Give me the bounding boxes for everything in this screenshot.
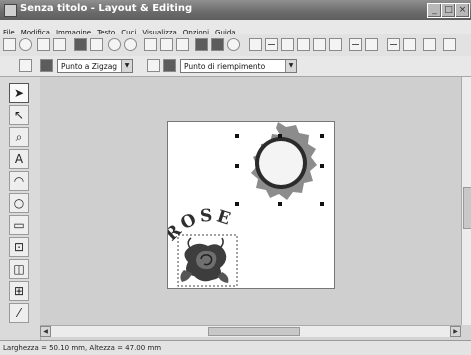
font-icon[interactable] [313,38,326,51]
window-title: Senza titolo - Layout & Editing [20,3,193,14]
chevron-down-icon[interactable]: ▼ [121,60,132,72]
status-bar: Larghezza = 50.10 mm, Altezza = 47.00 mm [0,340,471,355]
save-icon[interactable] [74,38,87,51]
status-text: Larghezza = 50.10 mm, Altezza = 47.00 mm [3,344,162,352]
redo-icon[interactable] [124,38,137,51]
hoop-icon[interactable] [349,38,362,51]
title-bar: Senza titolo - Layout & Editing _ □ × [0,0,471,20]
sewing-order-icon[interactable] [403,38,416,51]
new-icon[interactable] [3,38,16,51]
horizontal-scrollbar[interactable]: ◀ ▶ [40,325,461,337]
maximize-button[interactable]: □ [441,3,456,18]
pattern-icon[interactable] [195,38,208,51]
horizontal-scroll-thumb[interactable] [208,327,300,336]
region-sewing-icon[interactable] [147,59,160,72]
open-icon[interactable] [19,38,32,51]
text-icon[interactable]: A [9,149,29,169]
text-tool-icon[interactable] [297,38,310,51]
import-icon[interactable] [37,38,50,51]
region-color-icon[interactable] [163,59,176,72]
eyedropper-icon[interactable]: ⁄ [9,303,29,323]
align-icon[interactable] [265,38,278,51]
design-property-icon[interactable] [387,38,400,51]
mirror-icon[interactable] [249,38,262,51]
shape-icon[interactable]: ⊡ [9,237,29,257]
stitch-type-value: Punto a Zigzag [61,62,118,71]
menu-bar: File Modifica Immagine Testo Cuci Visualizza O… [0,20,471,37]
point-edit-icon[interactable]: ↖ [9,105,29,125]
copy-icon[interactable] [160,38,173,51]
rose-text-layer: ROSE [168,206,236,246]
pattern-tool-icon[interactable]: ⊞ [9,281,29,301]
fill-type-value: Punto di riempimento [184,62,266,71]
application-window: Senza titolo - Layout & Editing _ □ × Fi… [0,0,471,355]
stitch-type-select[interactable]: Punto a Zigzag ▼ [57,59,133,73]
export-icon[interactable] [53,38,66,51]
save-as-icon[interactable] [90,38,103,51]
zoom-icon[interactable]: ⌕ [9,127,29,147]
card-icon[interactable] [443,38,456,51]
sewing-attributes-bar: Punto a Zigzag ▼ Punto di riempimento ▼ [0,56,471,77]
main-toolbar [0,34,471,57]
line-color-icon[interactable] [40,59,53,72]
scroll-left-icon[interactable]: ◀ [40,326,51,337]
chevron-down-icon[interactable]: ▼ [285,60,296,72]
vertical-scroll-thumb[interactable] [463,187,471,229]
design-page[interactable]: ROSE [167,121,335,289]
design-canvas[interactable]: ROSE [40,77,461,325]
cut-icon[interactable] [144,38,157,51]
arc-icon[interactable]: ◠ [9,171,29,191]
minimize-button[interactable]: _ [427,3,442,18]
select-arrow-icon[interactable]: ➤ [9,83,29,103]
circle-icon[interactable]: ○ [9,193,29,213]
image-icon[interactable] [329,38,342,51]
close-button[interactable]: × [455,3,470,18]
scroll-right-icon[interactable]: ▶ [450,326,461,337]
paste-icon[interactable] [176,38,189,51]
rectangle-icon[interactable]: ▭ [9,215,29,235]
tool-palette: ➤ ↖ ⌕ A ◠ ○ ▭ ⊡ ◫ ⊞ ⁄ [0,77,41,340]
rotate-icon[interactable] [227,38,240,51]
vertical-scrollbar[interactable] [461,77,471,325]
stitch-simulator-icon[interactable] [365,38,378,51]
undo-icon[interactable] [108,38,121,51]
help-icon[interactable] [423,38,436,51]
rose-text[interactable]: ROSE [168,206,236,246]
outline-icon[interactable]: ◫ [9,259,29,279]
line-sewing-icon[interactable] [19,59,32,72]
group-icon[interactable] [211,38,224,51]
fill-type-select[interactable]: Punto di riempimento ▼ [180,59,297,73]
distribute-icon[interactable] [281,38,294,51]
app-icon [4,4,17,17]
